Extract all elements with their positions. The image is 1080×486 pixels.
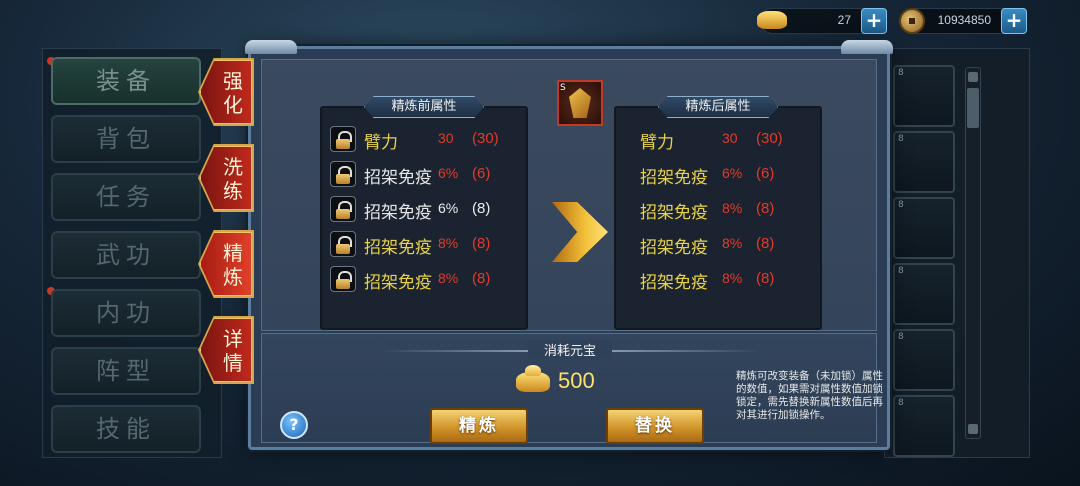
attr-row: 招架免疫 6% (6) [616,161,816,189]
attr-row: 臂力 30 (30) [322,126,522,154]
attr-name: 招架免疫 [640,203,708,223]
equipment-item-icon[interactable]: S [557,80,603,126]
menu-item-bag[interactable]: 背包 [51,115,201,163]
item-grade-badge: S [560,83,566,93]
attr-name: 招架免疫 [364,168,432,188]
after-attributes-title: 精炼后属性 [658,96,778,118]
coin-currency: 10934850 + [899,8,1027,34]
attr-value: 8% [722,200,743,216]
before-attributes-box: 臂力 30 (30) 招架免疫 6% (6) 招架免疫 6% (8) 招架免疫 … [320,106,528,330]
attr-max: (8) [756,270,775,287]
help-button[interactable]: ? [280,411,308,439]
replace-button[interactable]: 替换 [606,408,704,444]
attr-value: 8% [722,270,743,286]
ingot-count: 27 [837,13,851,27]
attr-max: (8) [756,235,775,252]
inventory-panel: 8 8 8 8 8 8 [884,48,1030,458]
attr-row: 招架免疫 6% (6) [322,161,522,189]
attr-row: 招架免疫 8% (8) [616,231,816,259]
inventory-slot[interactable]: 8 [893,263,955,325]
dialog-corner-ornament [245,40,297,54]
attr-name: 招架免疫 [364,273,432,293]
gold-ingot-icon [516,365,550,392]
attr-max: (8) [472,200,491,217]
arrow-right-icon [552,202,608,262]
inventory-slot[interactable]: 8 [893,131,955,193]
inventory-slot[interactable]: 8 [893,65,955,127]
attr-name: 招架免疫 [640,168,708,188]
menu-item-equipment[interactable]: 装备 [51,57,201,105]
add-coin-button[interactable]: + [1001,8,1027,34]
attr-max: (30) [756,130,783,147]
menu-item-formation[interactable]: 阵型 [51,347,201,395]
cost-value: 500 [558,368,595,393]
attr-row: 臂力 30 (30) [616,126,816,154]
lock-icon[interactable] [330,161,356,187]
lock-icon[interactable] [330,196,356,222]
menu-item-quest[interactable]: 任务 [51,173,201,221]
attr-row: 招架免疫 8% (8) [322,231,522,259]
attr-value: 6% [438,165,459,181]
attr-name: 招架免疫 [640,273,708,293]
cost-label: 消耗元宝 [528,340,612,359]
attr-name: 臂力 [364,133,398,153]
dialog-corner-ornament [841,40,893,54]
attributes-area: 臂力 30 (30) 招架免疫 6% (6) 招架免疫 6% (8) 招架免疫 … [261,59,877,331]
attr-name: 招架免疫 [364,238,432,258]
gold-ingot-icon [757,11,787,29]
coin-count: 10934850 [937,13,991,27]
attr-name: 招架免疫 [364,203,432,223]
attr-value: 30 [722,130,738,146]
attr-value: 8% [438,270,459,286]
main-menu: 装备 背包 任务 武功 内功 阵型 技能 [42,48,222,458]
copper-coin-icon [899,8,925,34]
scroll-thumb[interactable] [967,88,979,128]
lock-icon[interactable] [330,266,356,292]
menu-item-skills[interactable]: 技能 [51,405,201,453]
attr-max: (8) [472,235,491,252]
attr-row: 招架免疫 8% (8) [322,266,522,294]
attr-max: (6) [472,165,491,182]
before-attributes-title: 精炼前属性 [364,96,484,118]
lock-icon[interactable] [330,126,356,152]
attr-max: (8) [472,270,491,287]
attr-value: 8% [438,235,459,251]
attr-row: 招架免疫 8% (8) [616,266,816,294]
cost-area: 消耗元宝 500 ? 精炼 替换 精炼可改变装备（未加锁）属性的数值，如果需对属… [261,333,883,444]
refine-button[interactable]: 精炼 [430,408,528,444]
attr-max: (8) [756,200,775,217]
after-attributes-box: 臂力 30 (30) 招架免疫 6% (6) 招架免疫 8% (8) 招架免疫 … [614,106,822,330]
attr-name: 臂力 [640,133,674,153]
attr-value: 8% [722,235,743,251]
attr-name: 招架免疫 [640,238,708,258]
attr-max: (30) [472,130,499,147]
lock-icon[interactable] [330,231,356,257]
menu-item-inner-power[interactable]: 内功 [51,289,201,337]
inventory-slot[interactable]: 8 [893,329,955,391]
add-ingot-button[interactable]: + [861,8,887,34]
attr-value: 6% [722,165,743,181]
attr-value: 6% [438,200,459,216]
menu-item-martial-arts[interactable]: 武功 [51,231,201,279]
attr-row: 招架免疫 8% (8) [616,196,816,224]
inventory-slot[interactable]: 8 [893,395,955,457]
attr-value: 30 [438,130,454,146]
inventory-scrollbar[interactable] [965,67,981,439]
inventory-slot[interactable]: 8 [893,197,955,259]
attr-row: 招架免疫 6% (8) [322,196,522,224]
ingot-currency: 27 + [757,8,887,34]
scroll-up-icon[interactable] [968,72,978,82]
refine-dialog: 臂力 30 (30) 招架免疫 6% (6) 招架免疫 6% (8) 招架免疫 … [245,40,893,450]
attr-max: (6) [756,165,775,182]
refine-hint-text: 精炼可改变装备（未加锁）属性的数值，如果需对属性数值加锁锁定，需先替换新属性数值… [736,370,883,421]
scroll-down-icon[interactable] [968,424,978,434]
